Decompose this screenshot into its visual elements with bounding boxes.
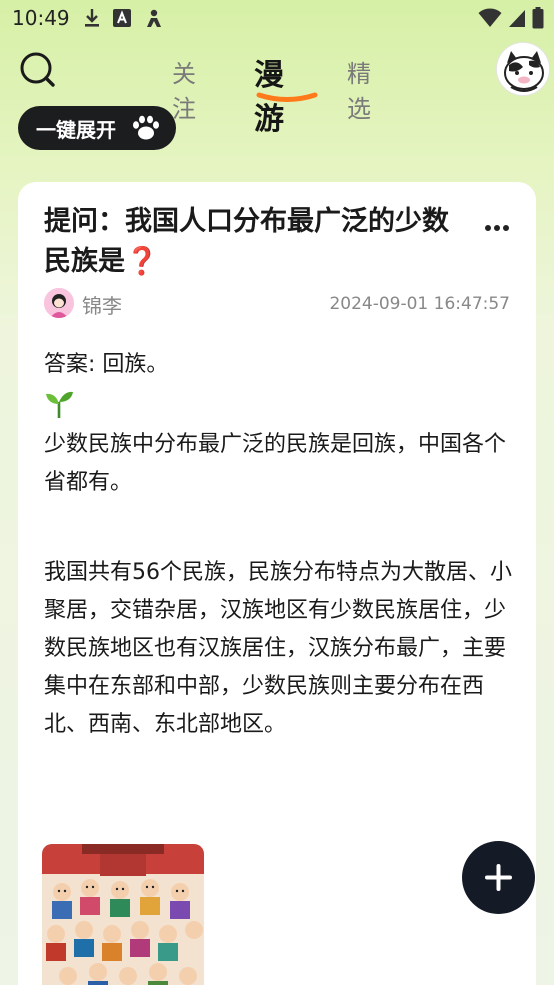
active-tab-indicator (256, 92, 318, 102)
user-avatar[interactable] (496, 42, 550, 96)
author-name[interactable]: 锦李 (82, 290, 122, 319)
plus-icon (485, 864, 512, 891)
post-paragraph-2: 我国共有56个民族，民族分布特点为大散居、小聚居，交错杂居，汉族地区有少数民族居… (44, 560, 512, 737)
battery-icon (532, 7, 544, 29)
search-button[interactable] (18, 50, 58, 90)
more-options-button[interactable] (484, 210, 510, 238)
a-notification-icon (113, 9, 131, 27)
ethnic-groups-illustration (42, 844, 204, 985)
person-notification-icon (147, 9, 161, 27)
more-horizontal-icon (485, 225, 509, 231)
status-bar: 10:49 (0, 0, 554, 36)
search-icon (20, 52, 55, 87)
tab-featured[interactable]: 精选 (347, 54, 371, 124)
author-avatar[interactable] (44, 288, 74, 318)
cow-cat-avatar-icon (497, 43, 549, 95)
post-answer: 答案: 回族。 (44, 352, 169, 377)
post-paragraph-1: 少数民族中分布最广泛的民族是回族，中国各个省都有。 (44, 432, 507, 495)
download-icon (85, 9, 99, 27)
post-title: 提问：我国人口分布最广泛的少数民族是❓ (44, 206, 449, 277)
create-post-button[interactable] (462, 841, 535, 914)
status-time: 10:49 (12, 6, 70, 30)
paw-icon (133, 115, 159, 140)
post-image[interactable] (42, 844, 204, 985)
signal-icon (509, 10, 525, 27)
expand-all-label: 一键展开 (36, 117, 116, 142)
post-card[interactable]: 提问：我国人口分布最广泛的少数民族是❓ 锦李 2024-09-01 16:47:… (18, 182, 536, 985)
sprout-icon (44, 390, 74, 422)
author-avatar-icon (44, 288, 74, 318)
wifi-icon (478, 8, 502, 27)
top-navigation: 关注 漫游 精选 (0, 40, 554, 137)
tab-follow[interactable]: 关注 (172, 54, 196, 124)
post-timestamp: 2024-09-01 16:47:57 (329, 294, 510, 314)
expand-all-button[interactable]: 一键展开 (18, 106, 176, 150)
